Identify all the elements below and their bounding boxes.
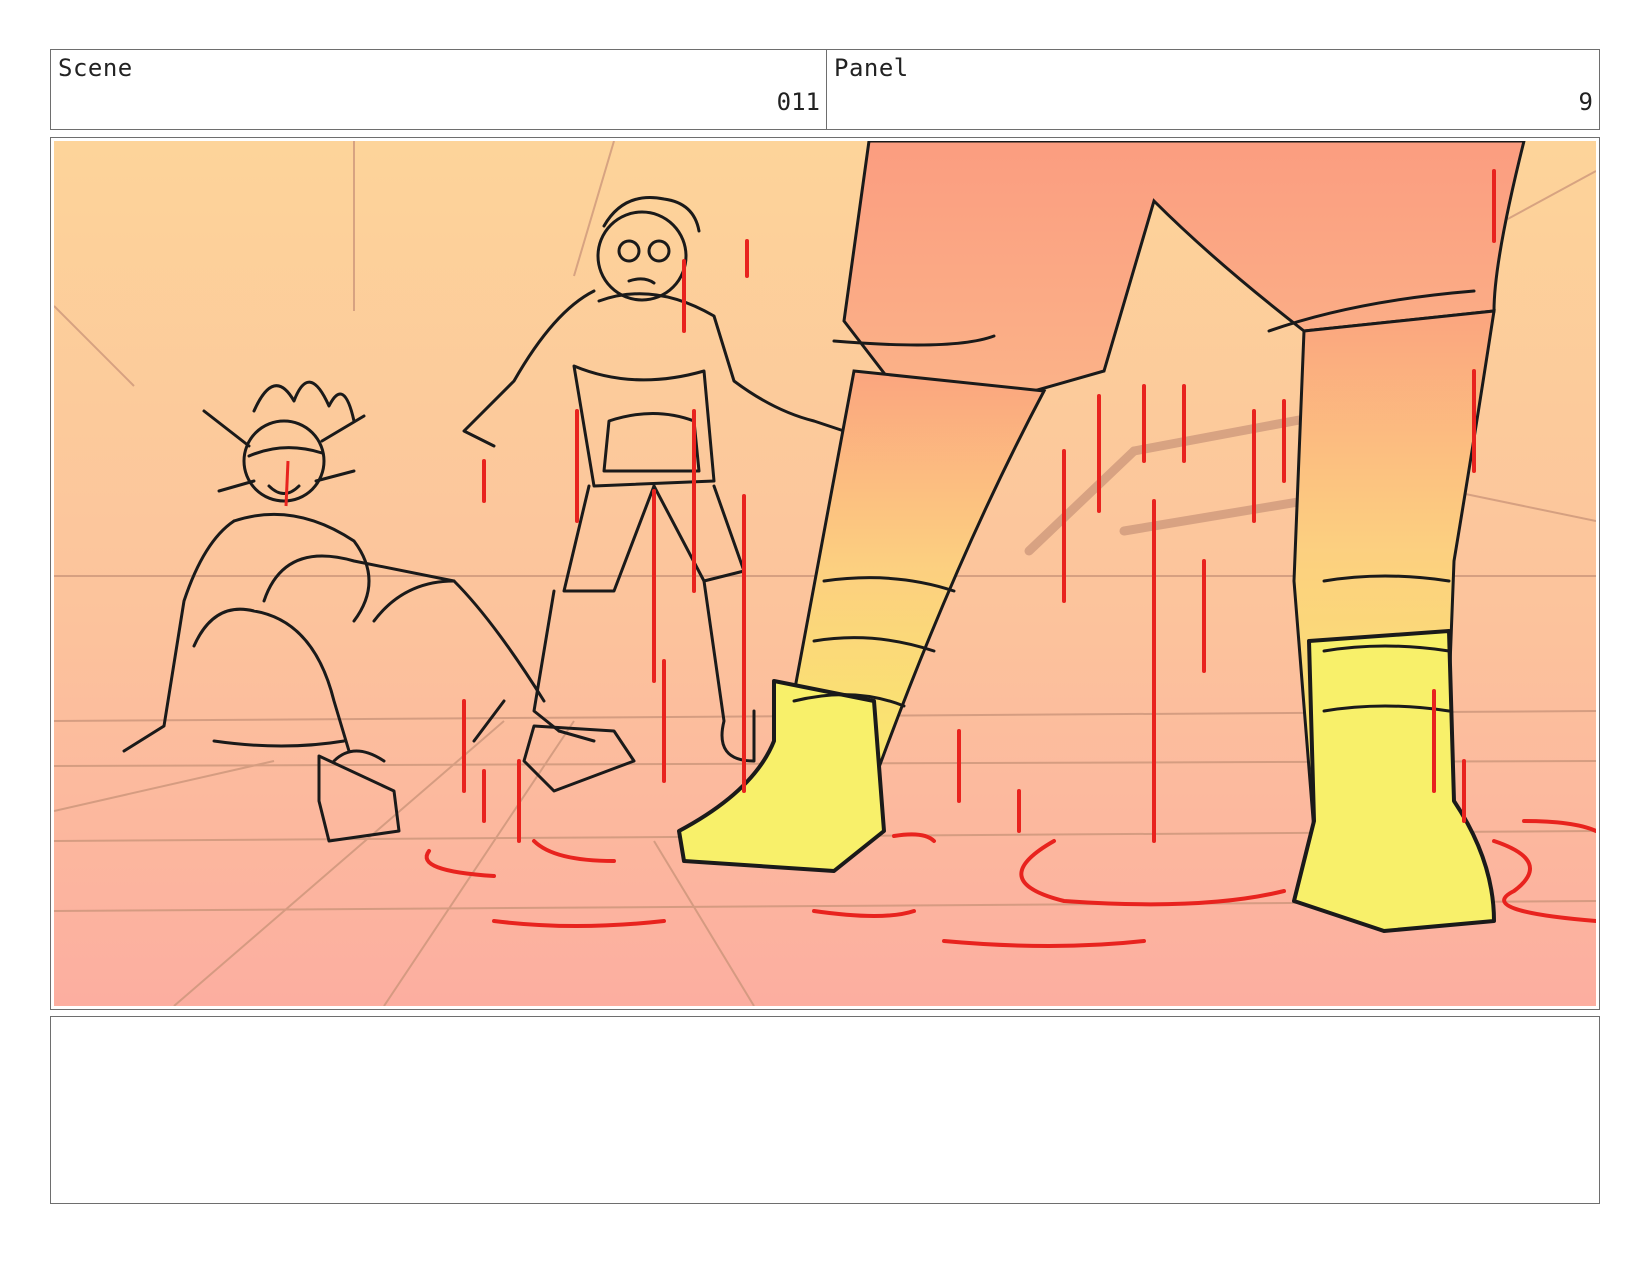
storyboard-frame [50,137,1600,1010]
panel-label: Panel [834,54,909,82]
storyboard-header: Scene 011 Panel 9 [50,49,1600,130]
storyboard-illustration [54,141,1596,1006]
panel-cell: Panel 9 [827,50,1599,129]
panel-number: 9 [1578,88,1593,116]
nosebleed [284,460,290,507]
scene-label: Scene [58,54,133,82]
scene-cell: Scene 011 [51,50,827,129]
notes-box [50,1016,1600,1204]
scene-number: 011 [776,88,820,116]
